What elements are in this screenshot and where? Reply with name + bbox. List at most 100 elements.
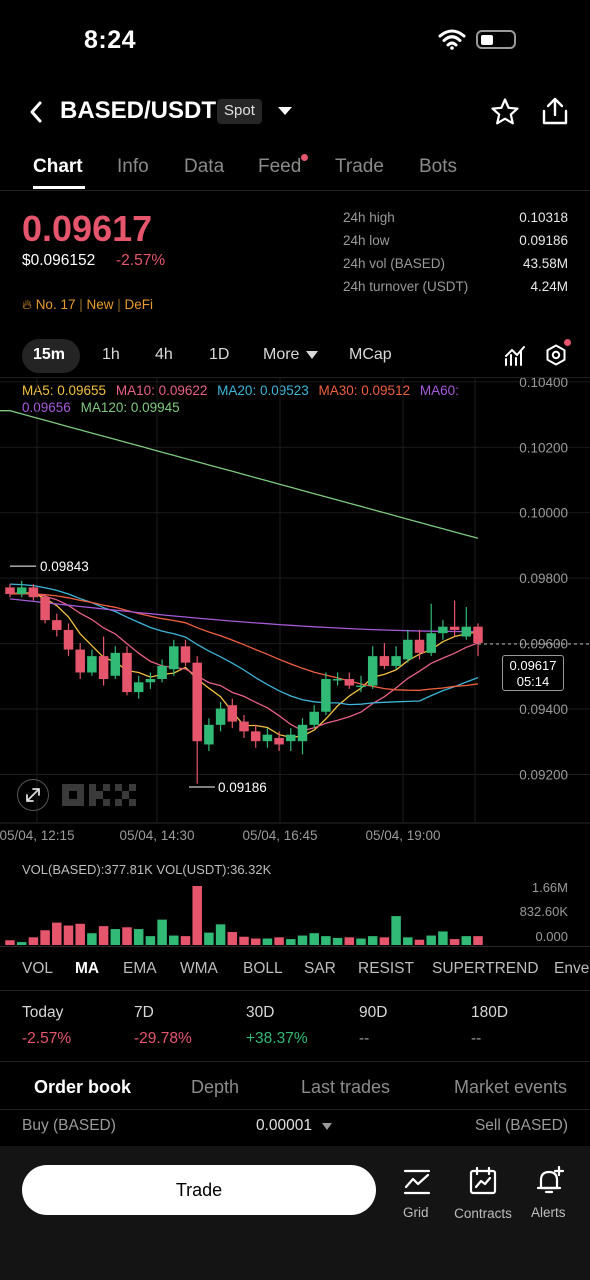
low-marker-label: 0.09186 [218, 780, 267, 795]
volume-tick-label: 0.000 [535, 929, 568, 944]
tf-1h[interactable]: 1h [102, 346, 120, 364]
indicator-boll[interactable]: BOLL [243, 960, 283, 978]
price-tick-label: 0.10200 [519, 440, 568, 455]
indicator-vol[interactable]: VOL [22, 960, 53, 978]
volume-bar [87, 933, 97, 945]
tick-size-select[interactable]: 0.00001 [256, 1117, 312, 1135]
volume-bar [192, 886, 202, 945]
alerts-label[interactable]: Alerts [531, 1205, 566, 1220]
volume-bar [28, 937, 39, 945]
tag-rank[interactable]: No. 17 [36, 297, 76, 312]
candle-body [87, 656, 97, 673]
tag-new[interactable]: New [87, 297, 114, 312]
tick-dropdown-icon[interactable] [322, 1123, 332, 1130]
trade-button[interactable]: Trade [22, 1165, 376, 1215]
grid-bot-icon[interactable] [403, 1168, 431, 1196]
tab-bots[interactable]: Bots [419, 156, 457, 178]
candle-body [5, 587, 15, 594]
stat-label-turnover: 24h turnover (USDT) [343, 279, 469, 294]
volume-chart[interactable]: 1.66M 832.60K 0.000 [0, 878, 590, 948]
tab-order-book[interactable]: Order book [34, 1077, 131, 1098]
current-price-label: 0.09617 [509, 658, 557, 673]
contracts-icon[interactable] [469, 1166, 497, 1196]
volume-bar [5, 940, 15, 945]
back-arrow-icon[interactable] [28, 100, 44, 124]
candle-body [426, 633, 436, 653]
candle-body [344, 679, 355, 686]
alerts-bell-icon[interactable] [535, 1166, 565, 1196]
perf-value-90d: -- [359, 1030, 370, 1047]
volume-legend: VOL(BASED):377.81K VOL(USDT):36.32K [22, 862, 271, 877]
candle-body [379, 656, 390, 666]
fullscreen-button[interactable] [17, 779, 49, 811]
tab-depth[interactable]: Depth [191, 1077, 239, 1098]
price-axis: 0.104000.102000.100000.098000.096000.094… [519, 378, 568, 782]
favorite-star-icon[interactable] [490, 97, 520, 127]
volume-bar [461, 936, 472, 945]
indicator-chart-icon[interactable] [504, 345, 526, 367]
perf-value-today: -2.57% [22, 1030, 72, 1047]
candlestick-chart[interactable]: 0.104000.102000.100000.098000.096000.094… [0, 378, 590, 848]
candle-body [274, 737, 284, 745]
pair-dropdown-icon[interactable] [277, 106, 293, 116]
volume-bar [63, 925, 74, 945]
volume-bar [169, 935, 179, 945]
candle-body [157, 665, 167, 680]
candle-countdown: 05:14 [516, 674, 550, 689]
tf-15m[interactable]: 15m [33, 346, 65, 364]
volume-bar [426, 935, 436, 945]
volume-bar [286, 939, 296, 945]
tab-last-trades[interactable]: Last trades [301, 1077, 390, 1098]
indicator-resist[interactable]: RESIST [358, 960, 414, 978]
tab-trade[interactable]: Trade [335, 156, 384, 178]
indicator-ema[interactable]: EMA [123, 960, 157, 978]
volume-bar [122, 927, 132, 945]
candle-body [75, 649, 85, 673]
tf-1d[interactable]: 1D [209, 346, 229, 364]
time-tick-label: 05/04, 16:45 [242, 828, 317, 843]
volume-bar [133, 929, 144, 945]
volume-bar [227, 932, 238, 945]
tab-data[interactable]: Data [184, 156, 224, 178]
candle-body [227, 705, 238, 722]
indicator-supertrend[interactable]: SUPERTREND [432, 960, 539, 978]
last-price: 0.09617 [22, 208, 153, 249]
candle-body [40, 597, 50, 621]
indicator-ma[interactable]: MA [75, 960, 99, 978]
pair-title[interactable]: BASED/USDT [60, 97, 216, 125]
indicator-wma[interactable]: WMA [180, 960, 218, 978]
tab-chart[interactable]: Chart [33, 156, 83, 178]
tab-info[interactable]: Info [117, 156, 149, 178]
candle-body [438, 626, 448, 634]
tag-category[interactable]: DeFi [125, 297, 154, 312]
more-dropdown-icon[interactable] [306, 351, 318, 359]
indicator-divider [0, 990, 590, 991]
tf-mcap[interactable]: MCap [349, 346, 392, 364]
volume-bar [344, 937, 355, 945]
perf-label-180d: 180D [471, 1004, 509, 1021]
tf-4h[interactable]: 4h [155, 346, 173, 364]
stat-value-turnover: 4.24M [530, 279, 568, 294]
candle-body [169, 646, 179, 670]
candle-body [473, 626, 483, 644]
tf-more[interactable]: More [263, 346, 299, 364]
indicator-envelope[interactable]: Enve [554, 960, 589, 978]
grid-label[interactable]: Grid [403, 1205, 429, 1220]
contracts-label[interactable]: Contracts [452, 1205, 514, 1222]
stat-value-high: 0.10318 [519, 210, 568, 225]
candle-body [145, 679, 156, 683]
stat-label-high: 24h high [343, 210, 395, 225]
candle-body [122, 652, 132, 693]
candle-body [286, 734, 296, 742]
tab-market-events[interactable]: Market events [454, 1077, 567, 1098]
share-icon[interactable] [540, 96, 570, 126]
volume-bar [379, 937, 390, 945]
chart-settings-icon[interactable] [544, 343, 568, 367]
volume-bar [40, 930, 50, 945]
candle-body [414, 639, 425, 653]
indicator-sar[interactable]: SAR [304, 960, 336, 978]
stat-label-vol: 24h vol (BASED) [343, 256, 446, 271]
tab-feed[interactable]: Feed [258, 156, 301, 178]
price-change: -2.57% [116, 252, 166, 269]
time-tick-label: 05/04, 14:30 [119, 828, 194, 843]
